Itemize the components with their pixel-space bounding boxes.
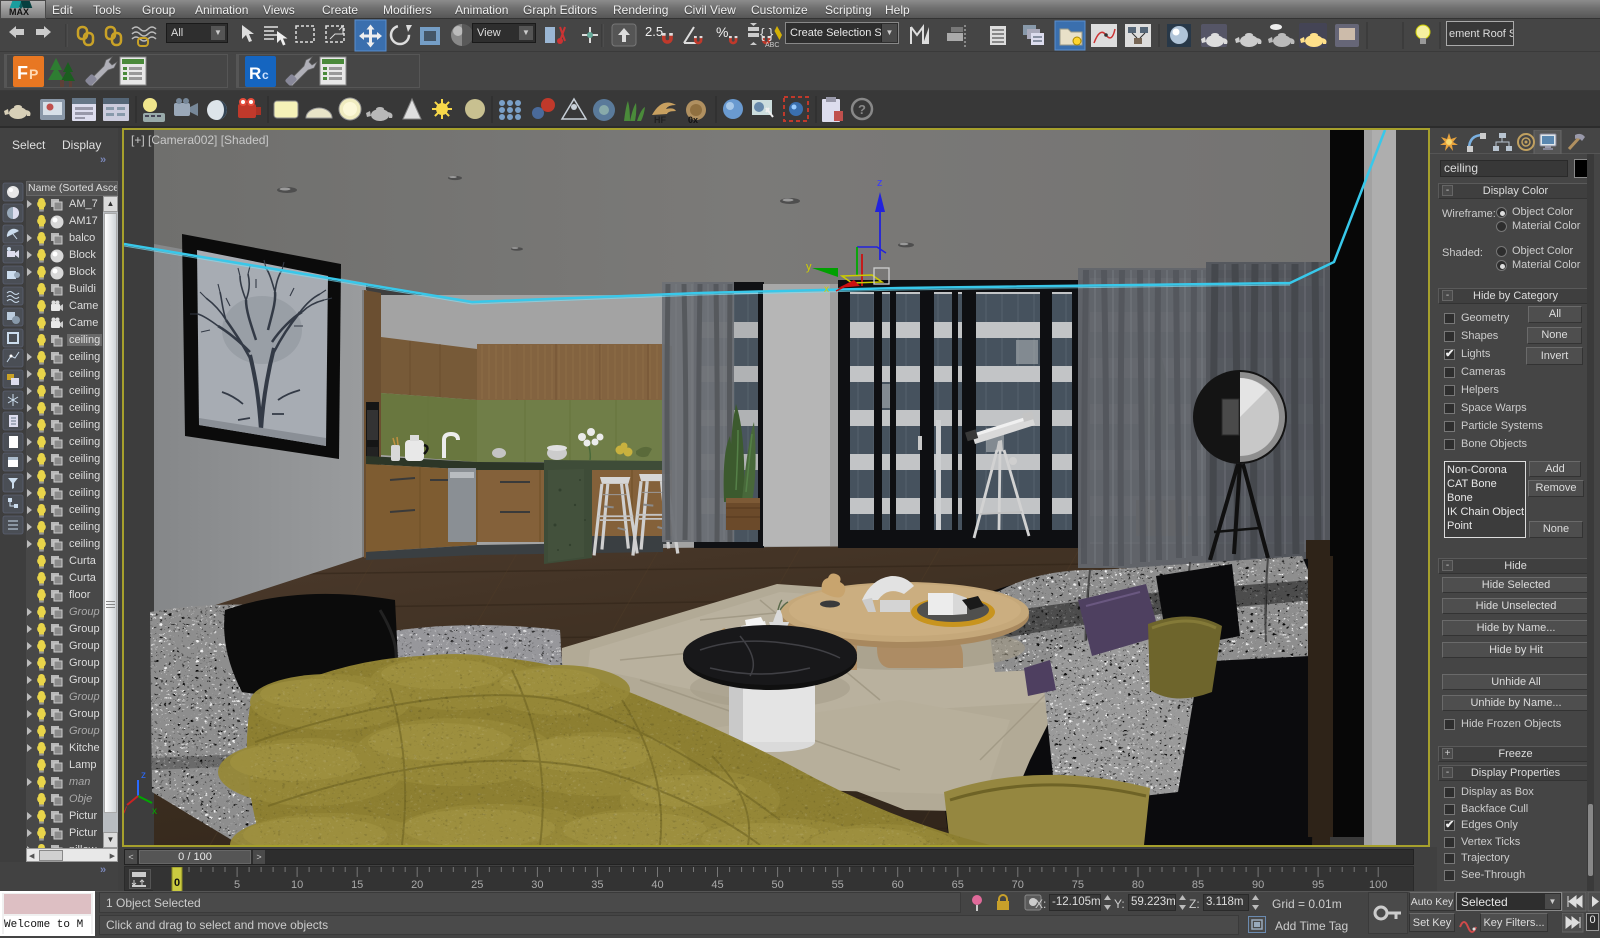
svg-text:65: 65 bbox=[952, 879, 964, 891]
svg-text:?: ? bbox=[858, 102, 866, 117]
svg-text:0: 0 bbox=[174, 877, 180, 889]
svg-text:y: y bbox=[124, 804, 127, 815]
svg-text:50: 50 bbox=[771, 879, 783, 891]
svg-text:30: 30 bbox=[531, 879, 543, 891]
svg-text:HF: HF bbox=[654, 115, 666, 125]
svg-text:x: x bbox=[824, 284, 829, 295]
svg-text:90: 90 bbox=[1252, 879, 1264, 891]
svg-text:R: R bbox=[249, 64, 261, 83]
svg-text:60: 60 bbox=[892, 879, 904, 891]
svg-text:15: 15 bbox=[351, 879, 363, 891]
svg-text:5: 5 bbox=[234, 879, 240, 891]
svg-text:75: 75 bbox=[1072, 879, 1084, 891]
svg-text:P: P bbox=[29, 66, 38, 82]
svg-text:y: y bbox=[806, 261, 812, 273]
svg-text:55: 55 bbox=[832, 879, 844, 891]
svg-text:0x: 0x bbox=[688, 115, 698, 125]
svg-text:x: x bbox=[152, 806, 157, 817]
svg-text:95: 95 bbox=[1312, 879, 1324, 891]
svg-text:45: 45 bbox=[711, 879, 723, 891]
svg-text:F: F bbox=[17, 63, 28, 83]
svg-text:%: % bbox=[716, 24, 728, 40]
svg-text:2.5: 2.5 bbox=[645, 24, 663, 39]
svg-text:z: z bbox=[877, 177, 883, 189]
svg-text:25: 25 bbox=[471, 879, 483, 891]
svg-text:ABC: ABC bbox=[765, 42, 779, 49]
svg-text:10: 10 bbox=[291, 879, 303, 891]
svg-text:40: 40 bbox=[651, 879, 663, 891]
svg-text:100: 100 bbox=[1369, 879, 1387, 891]
svg-text:85: 85 bbox=[1192, 879, 1204, 891]
svg-text:z: z bbox=[141, 770, 146, 781]
svg-text:c: c bbox=[262, 68, 269, 82]
svg-text:20: 20 bbox=[411, 879, 423, 891]
svg-text:70: 70 bbox=[1012, 879, 1024, 891]
svg-text:35: 35 bbox=[591, 879, 603, 891]
svg-text:{ }: { } bbox=[760, 25, 774, 41]
svg-text:80: 80 bbox=[1132, 879, 1144, 891]
